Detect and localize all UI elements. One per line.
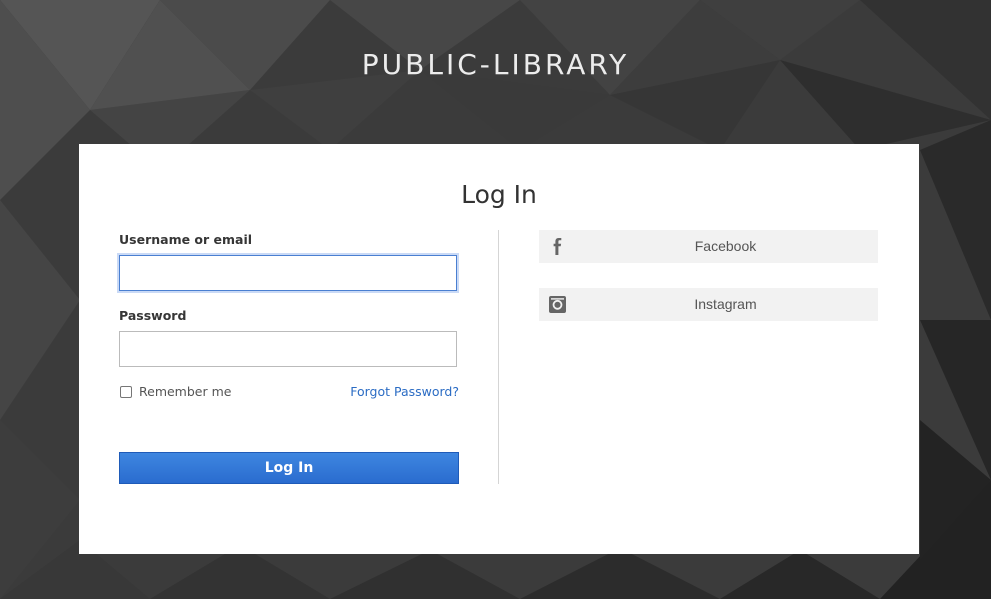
login-heading: Log In xyxy=(461,180,537,209)
site-brand-title: PUBLIC-LIBRARY xyxy=(361,48,630,81)
login-submit-button[interactable]: Log In xyxy=(119,452,459,484)
username-input[interactable] xyxy=(119,255,457,291)
instagram-login-button[interactable]: Instagram xyxy=(539,288,878,321)
username-label: Username or email xyxy=(119,232,253,247)
forgot-password-link[interactable]: Forgot Password? xyxy=(350,384,459,399)
password-label: Password xyxy=(119,308,187,323)
remember-me-row: Remember me Forgot Password? xyxy=(119,384,459,402)
remember-me-checkbox[interactable] xyxy=(120,386,132,398)
remember-me-label[interactable]: Remember me xyxy=(139,384,231,399)
facebook-login-button[interactable]: Facebook xyxy=(539,230,878,263)
login-card: Log In Username or email Password Rememb… xyxy=(79,144,919,554)
password-input[interactable] xyxy=(119,331,457,367)
column-divider xyxy=(498,230,499,484)
instagram-login-label: Instagram xyxy=(694,296,757,312)
facebook-login-label: Facebook xyxy=(694,238,757,254)
login-page: PUBLIC-LIBRARY Log In Username or email … xyxy=(0,0,991,599)
